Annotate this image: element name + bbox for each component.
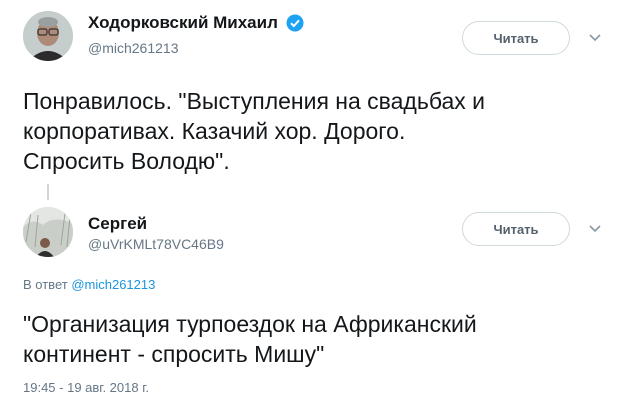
author-handle[interactable]: @mich261213 <box>88 40 179 56</box>
reply-context: В ответ @mich261213 <box>23 277 155 292</box>
author-name[interactable]: Ходорковский Михаил <box>88 13 278 33</box>
tweet-text: Понравилось. "Выступления на свадьбах и … <box>23 88 486 174</box>
avatar-khodorkovsky[interactable] <box>23 11 73 61</box>
follow-button[interactable]: Читать <box>462 212 570 246</box>
thread-connector <box>47 184 49 200</box>
timestamp[interactable]: 19:45 - 19 авг. 2018 г. <box>23 380 149 395</box>
verified-badge-icon <box>286 14 304 37</box>
follow-button[interactable]: Читать <box>462 21 570 55</box>
reply-prefix: В ответ <box>23 277 68 292</box>
chevron-down-icon[interactable] <box>585 219 605 239</box>
avatar-sergey[interactable] <box>23 207 73 257</box>
reply-to-link[interactable]: @mich261213 <box>71 277 155 292</box>
chevron-down-icon[interactable] <box>585 28 605 48</box>
author-handle[interactable]: @uVrKMLt78VC46B9 <box>88 236 224 252</box>
tweet-text: "Организация турпоездок на Африканский к… <box>23 311 477 367</box>
author-name[interactable]: Сергей <box>88 214 147 234</box>
